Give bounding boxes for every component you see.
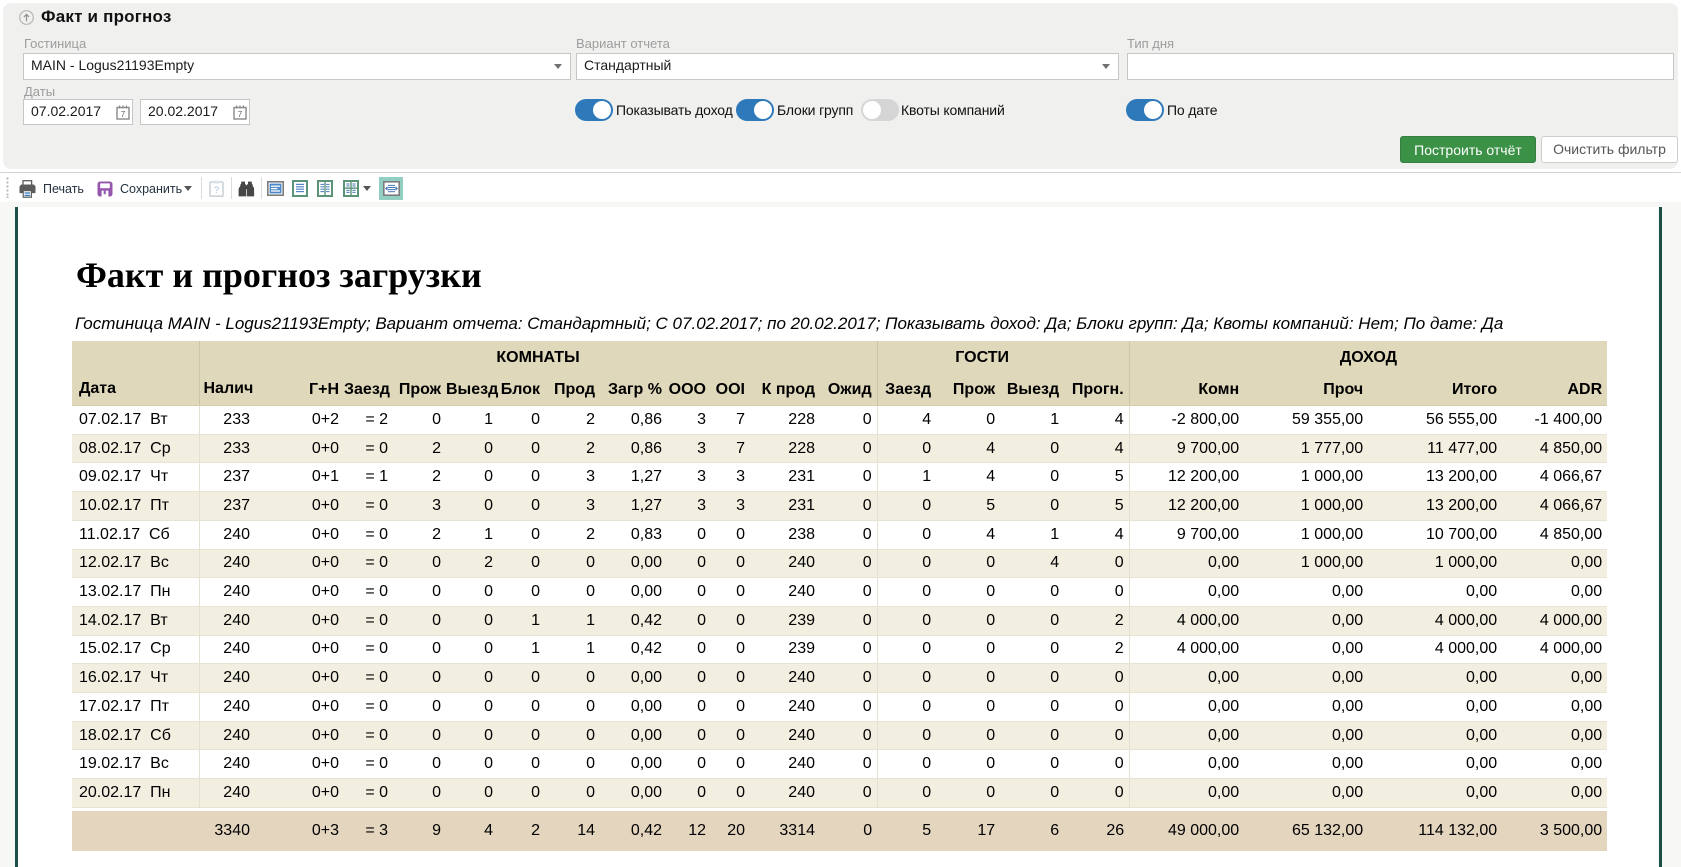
svg-text:?: ? — [214, 185, 219, 196]
svg-text:7: 7 — [121, 109, 126, 119]
svg-text:7: 7 — [238, 109, 243, 119]
